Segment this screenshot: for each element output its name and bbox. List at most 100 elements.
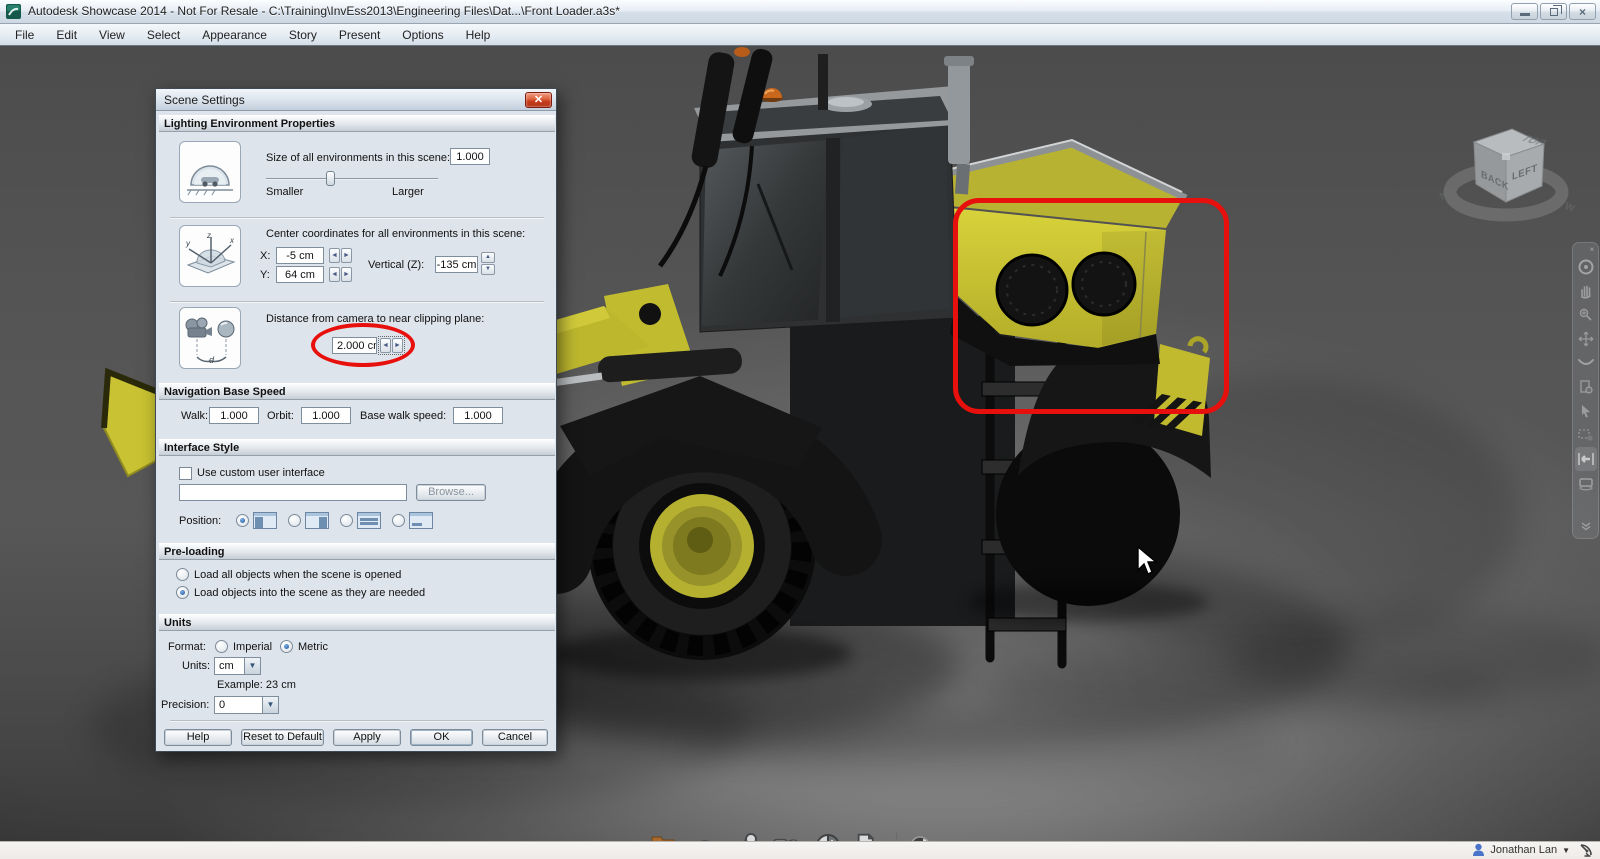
y-label: Y: — [260, 269, 270, 281]
dialog-close-button[interactable]: ✕ — [525, 92, 552, 108]
precision-label: Precision: — [161, 699, 210, 711]
orbit-icon[interactable] — [1575, 255, 1597, 279]
section-lighting-header: Lighting Environment Properties — [159, 115, 555, 132]
units-dropdown[interactable]: cm ▼ — [214, 657, 261, 675]
collapse-chevrons-icon[interactable] — [1575, 514, 1597, 538]
navbar-close-icon[interactable]: × — [1586, 245, 1598, 255]
close-button[interactable]: × — [1569, 3, 1596, 20]
z-value-field[interactable]: -135 cm — [435, 256, 478, 273]
use-custom-ui-checkbox[interactable] — [179, 467, 192, 480]
precision-dropdown[interactable]: 0 ▼ — [214, 696, 279, 714]
divider — [170, 217, 544, 218]
load-as-needed-radio[interactable] — [176, 586, 189, 599]
section-interface-header: Interface Style — [159, 439, 555, 456]
dialog-title-bar[interactable]: Scene Settings ✕ — [156, 89, 556, 111]
x-label: X: — [260, 250, 271, 262]
y-value-field[interactable]: 64 cm — [276, 266, 324, 283]
reset-to-default-button[interactable]: Reset to Default — [241, 729, 324, 746]
walk-value-field[interactable]: 1.000 — [209, 407, 259, 424]
menu-story[interactable]: Story — [278, 25, 328, 45]
user-dropdown-caret-icon: ▼ — [1562, 845, 1570, 855]
base-walk-label: Base walk speed: — [360, 410, 447, 422]
z-spinner[interactable]: ▲ ▼ — [481, 252, 495, 275]
z-label: Vertical (Z): — [368, 259, 425, 271]
menu-select[interactable]: Select — [136, 25, 191, 45]
position-top-icon[interactable] — [357, 512, 381, 529]
position-bottom-icon[interactable] — [409, 512, 433, 529]
menu-present[interactable]: Present — [328, 25, 391, 45]
zoom-icon[interactable] — [1575, 303, 1597, 327]
size-value-field[interactable]: 1.000 — [450, 148, 490, 165]
menu-appearance[interactable]: Appearance — [191, 25, 278, 45]
behaviors-half-sphere-icon[interactable] — [812, 830, 844, 841]
camera-icon[interactable] — [1575, 471, 1597, 495]
move-icon[interactable] — [1575, 327, 1597, 351]
look-around-icon[interactable] — [1575, 351, 1597, 375]
precision-dropdown-arrow-icon[interactable]: ▼ — [262, 696, 279, 714]
divider — [170, 301, 544, 302]
position-left-icon[interactable] — [253, 512, 277, 529]
y-right-arrow[interactable]: ► — [341, 267, 352, 282]
environment-dome-icon[interactable] — [689, 830, 721, 841]
cab — [694, 54, 974, 333]
apply-button[interactable]: Apply — [333, 729, 401, 746]
size-slider-handle[interactable] — [326, 171, 335, 186]
help-button[interactable]: Help — [164, 729, 232, 746]
section-units-header: Units — [159, 614, 555, 631]
menu-edit[interactable]: Edit — [45, 25, 88, 45]
load-all-radio[interactable] — [176, 568, 189, 581]
custom-ui-path-input[interactable] — [179, 484, 407, 501]
metric-radio[interactable] — [280, 640, 293, 653]
position-bottom-radio[interactable] — [392, 514, 405, 527]
svg-text:x: x — [229, 236, 235, 245]
x-value-field[interactable]: -5 cm — [276, 247, 324, 264]
position-left-radio[interactable] — [236, 514, 249, 527]
larger-label: Larger — [392, 186, 424, 198]
menu-help[interactable]: Help — [455, 25, 502, 45]
publish-export-icon[interactable] — [853, 830, 885, 841]
restore-button[interactable] — [1540, 3, 1567, 20]
imperial-radio[interactable] — [215, 640, 228, 653]
user-menu[interactable]: Jonathan Lan ▼ — [1472, 843, 1570, 857]
previous-view-icon[interactable] — [1574, 447, 1597, 471]
network-status-icon[interactable] — [1579, 843, 1594, 858]
position-right-radio[interactable] — [288, 514, 301, 527]
orbit-value-field[interactable]: 1.000 — [301, 407, 351, 424]
section-navigation-header: Navigation Base Speed — [159, 383, 555, 400]
minimize-button[interactable] — [1511, 3, 1538, 20]
units-dropdown-arrow-icon[interactable]: ▼ — [244, 657, 261, 675]
page-zoom-icon[interactable] — [1575, 375, 1597, 399]
position-top-radio[interactable] — [340, 514, 353, 527]
base-walk-value-field[interactable]: 1.000 — [453, 407, 503, 424]
lighting-spotlight-icon[interactable] — [730, 830, 762, 841]
settings-wrench-icon[interactable] — [908, 834, 932, 841]
menu-file[interactable]: File — [4, 25, 45, 45]
open-file-icon[interactable] — [648, 830, 680, 841]
pan-hand-icon[interactable] — [1575, 279, 1597, 303]
close-icon: × — [1578, 4, 1586, 19]
zoom-region-icon[interactable] — [1575, 423, 1597, 447]
x-arrows[interactable]: ◄ ► — [329, 248, 352, 263]
y-arrows[interactable]: ◄ ► — [329, 267, 352, 282]
select-cursor-icon[interactable] — [1575, 399, 1597, 423]
user-name-label: Jonathan Lan — [1490, 844, 1558, 856]
position-right-icon[interactable] — [305, 512, 329, 529]
dialog-title: Scene Settings — [164, 93, 245, 107]
y-left-arrow[interactable]: ◄ — [329, 267, 340, 282]
cancel-button[interactable]: Cancel — [482, 729, 548, 746]
units-dropdown-value: cm — [214, 657, 244, 675]
z-down-arrow[interactable]: ▼ — [481, 264, 495, 275]
z-up-arrow[interactable]: ▲ — [481, 252, 495, 263]
ok-button[interactable]: OK — [410, 729, 473, 746]
x-right-arrow[interactable]: ► — [341, 248, 352, 263]
smaller-label: Smaller — [266, 186, 304, 198]
menu-view[interactable]: View — [88, 25, 136, 45]
browse-button[interactable]: Browse... — [416, 484, 486, 501]
menu-options[interactable]: Options — [391, 25, 454, 45]
size-slider-track[interactable] — [266, 178, 438, 180]
minimize-icon — [1519, 13, 1530, 16]
materials-icon[interactable] — [771, 830, 803, 841]
dialog-close-icon: ✕ — [533, 94, 544, 106]
x-left-arrow[interactable]: ◄ — [329, 248, 340, 263]
viewcube[interactable]: N W BACK LEFT TOP — [1432, 122, 1578, 234]
